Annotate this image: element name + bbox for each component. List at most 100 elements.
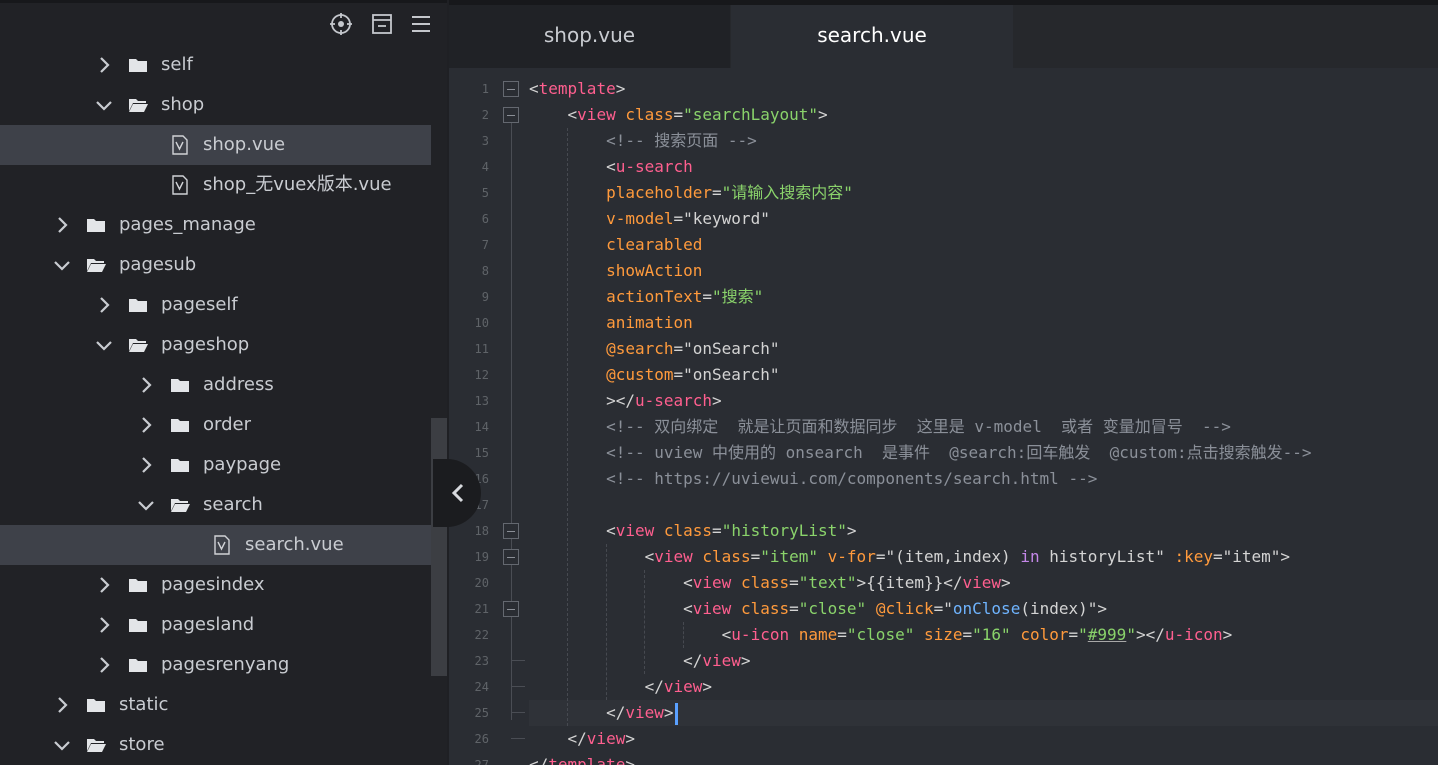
chevron-down-icon[interactable] — [52, 735, 72, 755]
code-token: "close" — [846, 625, 915, 644]
code-token: @custom — [606, 365, 674, 384]
chevron-right-icon[interactable] — [52, 695, 72, 715]
chevron-right-icon[interactable] — [94, 615, 114, 635]
chevron-right-icon[interactable] — [94, 55, 114, 75]
vue-file-icon — [170, 175, 190, 195]
tree-file-row[interactable]: shop_无vuex版本.vue — [0, 165, 431, 205]
fold-toggle-icon[interactable] — [503, 601, 519, 617]
tree-folder-row[interactable]: store — [0, 725, 431, 765]
tree-item-label: shop_无vuex版本.vue — [203, 174, 392, 195]
tree-item-label: order — [203, 414, 251, 435]
code-token: class — [740, 599, 790, 618]
chevron-right-icon[interactable] — [94, 575, 114, 595]
fold-toggle-icon[interactable] — [503, 549, 519, 565]
locate-icon[interactable] — [329, 12, 353, 36]
code-token: = — [702, 287, 713, 306]
code-token: " — [1078, 625, 1088, 644]
line-number: 9 — [481, 290, 489, 304]
chevron-right-icon[interactable] — [136, 375, 156, 395]
tab-shop-vue[interactable]: shop.vue — [449, 5, 730, 68]
code-token: = — [712, 521, 722, 540]
tree-folder-row[interactable]: address — [0, 365, 431, 405]
tree-folder-row[interactable]: pagesindex — [0, 565, 431, 605]
code-area[interactable]: <template> <view class="searchLayout"> <… — [529, 68, 1438, 765]
code-token: </ — [529, 755, 549, 765]
code-line: <!-- uview 中使用的 onsearch 是事件 @search:回车触… — [529, 440, 1311, 466]
code-token: < — [683, 599, 693, 618]
line-number: 22 — [474, 628, 489, 642]
code-token: v-for — [827, 547, 876, 566]
code-token: = — [673, 105, 684, 124]
fold-toggle-icon[interactable] — [503, 81, 519, 97]
code-token: :key — [1174, 547, 1213, 566]
code-line: <!-- 双向绑定 就是让页面和数据同步 这里是 v-model 或者 变量加冒… — [529, 414, 1231, 440]
tree-item-label: pageshop — [161, 334, 250, 355]
fold-toggle-icon[interactable] — [503, 523, 519, 539]
sidebar-scrollbar[interactable] — [431, 418, 447, 676]
chevron-right-icon[interactable] — [136, 415, 156, 435]
folder-icon — [128, 55, 148, 75]
folder-icon — [86, 215, 106, 235]
tree-folder-row[interactable]: pagesub — [0, 245, 431, 285]
tree-item-label: store — [119, 734, 165, 755]
code-token: </ — [644, 677, 664, 696]
code-token: class — [702, 547, 751, 566]
tree-file-row[interactable]: search.vue — [0, 525, 431, 565]
tree-folder-row[interactable]: pages_manage — [0, 205, 431, 245]
tree-item-label: address — [203, 374, 274, 395]
code-token: = — [789, 599, 799, 618]
tree-folder-row[interactable]: order — [0, 405, 431, 445]
code-token: #999 — [1087, 625, 1127, 644]
code-token: = — [789, 573, 799, 592]
chevron-right-icon[interactable] — [94, 655, 114, 675]
tree-folder-row[interactable]: search — [0, 485, 431, 525]
code-line: <view class="historyList"> — [529, 518, 857, 544]
tree-folder-row[interactable]: pageself — [0, 285, 431, 325]
line-number: 26 — [474, 732, 489, 746]
tree-folder-row[interactable]: pagesland — [0, 605, 431, 645]
code-token: view — [577, 105, 616, 124]
chevron-down-icon[interactable] — [94, 95, 114, 115]
chevron-down-icon[interactable] — [52, 255, 72, 275]
code-line: <view class="item" v-for="(item,index) i… — [529, 544, 1290, 570]
code-token: "close" — [798, 599, 867, 618]
code-token: <!-- 搜索页面 --> — [606, 131, 757, 150]
code-token: size — [923, 625, 963, 644]
code-token: = — [712, 183, 722, 202]
chevron-down-icon[interactable] — [136, 495, 156, 515]
line-number: 7 — [481, 238, 489, 252]
folder-icon — [128, 655, 148, 675]
code-line: </view> — [529, 648, 750, 674]
chevron-right-icon[interactable] — [52, 215, 72, 235]
code-line: </view> — [529, 674, 712, 700]
tree-folder-row[interactable]: paypage — [0, 445, 431, 485]
code-token: > — [818, 105, 828, 124]
code-editor: shop.vue search.vue 1 2 3 4 5 6 7 8 9 10 11 12 13 14 1… — [449, 0, 1438, 765]
code-token: u-search — [615, 157, 693, 176]
collapse-all-icon[interactable] — [370, 12, 394, 36]
tree-folder-row[interactable]: static — [0, 685, 431, 725]
tree-folder-row[interactable]: self — [0, 45, 431, 85]
menu-icon[interactable] — [409, 12, 433, 36]
code-line: <!-- https://uviewui.com/components/sear… — [529, 466, 1097, 492]
tree-file-row[interactable]: shop.vue — [0, 125, 431, 165]
tree-item-label: shop.vue — [203, 134, 286, 155]
code-line: <view class="searchLayout"> — [529, 102, 828, 128]
tree-folder-row[interactable]: pageshop — [0, 325, 431, 365]
chevron-right-icon[interactable] — [136, 455, 156, 475]
tree-folder-row[interactable]: shop — [0, 85, 431, 125]
folder-open-icon — [128, 95, 148, 115]
code-token: u-icon — [1164, 625, 1223, 644]
code-token: " — [1126, 625, 1136, 644]
code-token: </ — [683, 651, 703, 670]
tab-search-vue[interactable]: search.vue — [731, 5, 1013, 68]
fold-toggle-icon[interactable] — [503, 107, 519, 123]
chevron-right-icon[interactable] — [94, 295, 114, 315]
chevron-down-icon[interactable] — [94, 335, 114, 355]
tree-folder-row[interactable]: pagesrenyang — [0, 645, 431, 685]
code-token: class — [663, 521, 713, 540]
